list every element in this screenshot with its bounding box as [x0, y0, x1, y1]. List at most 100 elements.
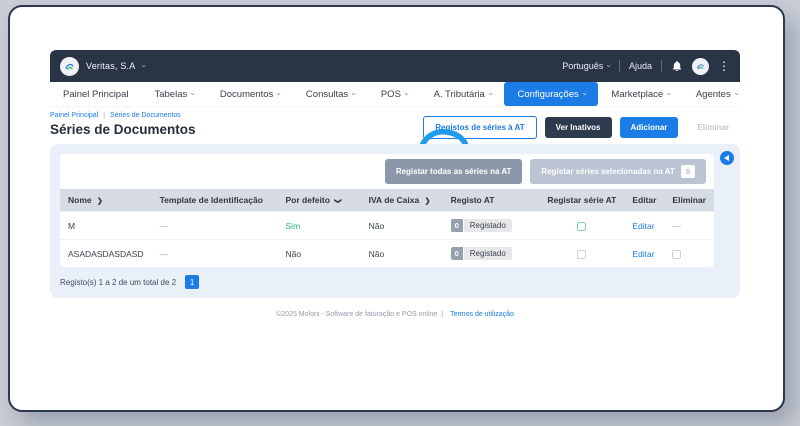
select-row-checkbox[interactable]	[577, 221, 587, 231]
page-title: Séries de Documentos	[50, 122, 196, 137]
nav-a-tributaria[interactable]: A. Tributária ›	[421, 82, 505, 106]
delete-row-checkbox[interactable]	[672, 249, 682, 259]
help-label: Ajuda	[628, 61, 652, 71]
breadcrumb-separator: |	[103, 112, 106, 119]
nav-pos[interactable]: POS ›	[368, 82, 421, 106]
register-selected-label: Registar séries selecionadas na AT	[541, 167, 675, 176]
language-label: Português	[562, 61, 604, 71]
user-avatar[interactable]	[692, 57, 709, 75]
cell-por-defeito: Não	[277, 239, 361, 267]
col-header-por-defeito[interactable]: Por defeito ❯	[277, 189, 361, 212]
footer: ©2025 Moloni - Software de faturação e P…	[50, 311, 740, 318]
at-registry-chip: 0 Registado	[450, 219, 512, 232]
nav-label: POS	[380, 88, 401, 100]
chevron-down-icon: ›	[349, 92, 359, 96]
page-header-left: Painel Principal | Séries de Documentos …	[50, 112, 196, 139]
select-row-checkbox[interactable]	[577, 249, 587, 259]
footer-copyright: ©2025 Moloni - Software de faturação e P…	[276, 311, 438, 318]
col-header-iva-caixa[interactable]: IVA de Caixa ❯	[360, 189, 443, 212]
at-status-badge: Registado	[463, 219, 512, 232]
breadcrumb-parent[interactable]: Painel Principal	[50, 112, 98, 119]
company-switcher[interactable]: Veritas, S.A ›	[60, 56, 149, 76]
nav-agentes[interactable]: Agentes ›	[683, 82, 751, 106]
col-header-template: Template de Identificação	[151, 189, 278, 212]
table-header-row: Nome ❯ Template de Identificação Por def…	[60, 189, 714, 212]
cell-registo-at: 0 Registado	[442, 239, 540, 267]
cell-eliminar: —	[664, 211, 714, 240]
divider	[661, 60, 662, 72]
nav-label: Documentos	[219, 88, 274, 100]
chevron-down-icon: ›	[732, 92, 742, 96]
notifications-bell-icon[interactable]	[671, 60, 683, 72]
cell-registo-at: 0 Registado	[442, 211, 540, 240]
breadcrumb: Painel Principal | Séries de Documentos	[50, 112, 196, 119]
at-registry-chip: 0 Registado	[450, 247, 512, 260]
cell-iva-caixa: Não	[360, 211, 443, 240]
pagination: Registo(s) 1 a 2 de um total de 2 1	[60, 275, 714, 289]
cell-registar-serie	[539, 239, 625, 267]
chevron-down-icon: ›	[402, 92, 412, 96]
nav-label: Marketplace	[611, 88, 664, 100]
cell-iva-caixa: Não	[360, 239, 443, 267]
footer-separator: |	[441, 311, 444, 318]
chevron-down-icon: ›	[188, 92, 198, 96]
series-panel: Registar todas as séries na AT Registar …	[50, 144, 740, 298]
page-header: Painel Principal | Séries de Documentos …	[50, 112, 740, 139]
main-nav: Painel Principal Tabelas › Documentos › …	[50, 82, 741, 106]
help-link[interactable]: Ajuda	[629, 61, 652, 71]
chevron-down-icon: ›	[664, 92, 674, 96]
sort-right-icon: ❯	[97, 198, 103, 205]
pagination-summary: Registo(s) 1 a 2 de um total de 2	[60, 277, 177, 287]
chevron-down-icon: ›	[604, 64, 614, 68]
language-selector[interactable]: Português ›	[562, 61, 614, 71]
nav-label: A. Tributária	[433, 88, 485, 100]
chevron-left-icon	[724, 155, 729, 161]
app-container: Veritas, S.A › Português › Ajuda ⋮ Paine…	[50, 50, 741, 318]
card-toolbar: Registar todas as séries na AT Registar …	[60, 154, 714, 189]
nav-tabelas[interactable]: Tabelas ›	[141, 82, 206, 106]
add-button[interactable]: Adicionar	[619, 117, 679, 138]
more-options-kebab-icon[interactable]: ⋮	[718, 59, 730, 73]
register-all-series-button[interactable]: Registar todas as séries na AT	[384, 159, 523, 184]
col-header-eliminar: Eliminar	[664, 189, 714, 212]
sort-right-icon: ❯	[424, 198, 431, 205]
edit-link[interactable]: Editar	[632, 249, 654, 259]
series-registry-button[interactable]: Registos de séries à AT	[423, 116, 537, 139]
nav-marketplace[interactable]: Marketplace ›	[598, 82, 682, 106]
register-selected-series-button[interactable]: Registar séries selecionadas na AT 0	[530, 159, 706, 184]
company-logo-icon	[60, 56, 79, 76]
series-card: Registar todas as séries na AT Registar …	[60, 154, 714, 267]
cell-por-defeito: Sim	[277, 211, 361, 240]
nav-consultas[interactable]: Consultas ›	[293, 82, 368, 106]
series-table: Nome ❯ Template de Identificação Por def…	[60, 189, 714, 267]
browser-window: Veritas, S.A › Português › Ajuda ⋮ Paine…	[8, 5, 785, 412]
nav-painel-principal[interactable]: Painel Principal	[50, 82, 141, 106]
nav-label: Painel Principal	[63, 88, 129, 100]
view-inactive-button[interactable]: Ver Inativos	[544, 117, 612, 138]
col-header-nome[interactable]: Nome ❯	[60, 189, 152, 212]
cell-editar: Editar	[624, 211, 665, 240]
cell-editar: Editar	[624, 239, 665, 267]
collapse-panel-button[interactable]	[720, 151, 734, 165]
cell-nome: M	[60, 211, 152, 240]
cell-registar-serie	[539, 211, 625, 240]
at-status-badge: Registado	[463, 247, 512, 260]
sort-down-icon: ❯	[334, 198, 342, 204]
chevron-down-icon: ›	[486, 92, 496, 96]
nav-documentos[interactable]: Documentos ›	[207, 82, 293, 106]
at-count-badge: 0	[450, 219, 463, 232]
cell-template: —	[151, 239, 278, 267]
terms-link[interactable]: Termos de utilização	[450, 311, 514, 318]
col-header-editar: Editar	[624, 189, 665, 212]
table-row: ASADASDASDASD — Não Não 0 Registado Edit…	[60, 239, 714, 267]
page-1-button[interactable]: 1	[185, 275, 200, 289]
breadcrumb-current[interactable]: Séries de Documentos	[110, 112, 181, 119]
edit-link[interactable]: Editar	[632, 221, 654, 231]
delete-button[interactable]: Eliminar	[686, 117, 740, 138]
topbar-right: Português › Ajuda ⋮	[562, 57, 730, 75]
nav-label: Configurações	[517, 88, 579, 100]
divider	[618, 60, 620, 72]
nav-configuracoes[interactable]: Configurações ›	[504, 82, 599, 106]
at-count-badge: 0	[450, 247, 463, 260]
chevron-down-icon: ›	[274, 92, 284, 96]
